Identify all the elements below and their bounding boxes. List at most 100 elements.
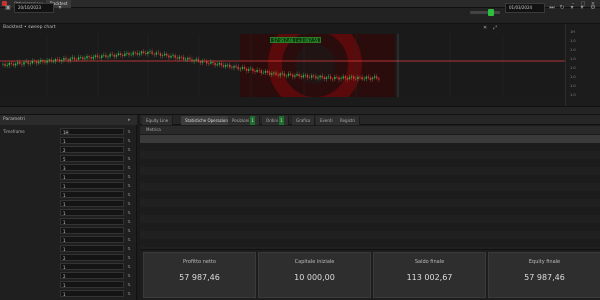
candle-body <box>311 75 313 78</box>
table-row[interactable] <box>140 239 600 247</box>
candle-body <box>361 77 363 80</box>
parameter-input[interactable]: 2 <box>60 254 124 261</box>
candle-body <box>67 59 69 61</box>
spinner-icon[interactable]: ⇅ <box>126 227 132 234</box>
candle-body <box>2 63 4 65</box>
speed-slider[interactable] <box>470 9 500 16</box>
spinner-icon[interactable]: ⇅ <box>126 128 132 135</box>
candle-body <box>195 59 197 61</box>
table-row[interactable] <box>140 159 600 167</box>
spinner-icon[interactable]: ⇅ <box>126 290 132 297</box>
spinner-icon[interactable]: ⇅ <box>126 146 132 153</box>
table-row[interactable] <box>140 183 600 191</box>
refresh-icon[interactable]: ↻ <box>558 4 566 12</box>
table-row[interactable] <box>140 207 600 215</box>
parameter-input[interactable]: 1H <box>60 128 124 135</box>
results-tab[interactable]: Posizioni 1 <box>228 116 260 125</box>
calendar-icon[interactable]: ▣ <box>4 4 12 12</box>
spinner-icon[interactable]: ⇅ <box>126 173 132 180</box>
chart-expand-icon[interactable]: ⤢ <box>493 25 497 31</box>
table-row[interactable] <box>140 151 600 159</box>
candle-body <box>203 60 206 62</box>
table-row[interactable] <box>140 223 600 231</box>
spinner-icon[interactable]: ⇅ <box>126 155 132 162</box>
table-row[interactable] <box>140 215 600 223</box>
parameter-input[interactable]: 2 <box>60 146 124 153</box>
candle-body <box>334 76 336 79</box>
spinner-icon[interactable]: ⇅ <box>126 218 132 225</box>
spinner-icon[interactable]: ⇅ <box>126 191 132 198</box>
parameter-input[interactable]: 2 <box>60 272 124 279</box>
parameter-input[interactable]: 1 <box>60 245 124 252</box>
spinner-icon[interactable]: ⇅ <box>126 200 132 207</box>
parameter-input[interactable]: 1 <box>60 209 124 216</box>
parameter-input[interactable]: 1 <box>60 173 124 180</box>
tab-label: Eventi <box>320 118 333 123</box>
candle-body <box>300 76 302 78</box>
spinner-icon[interactable]: ⇅ <box>126 263 132 270</box>
settings-icon[interactable]: ⚙ <box>589 4 597 12</box>
step-forward-icon[interactable]: ⏭ <box>548 4 556 12</box>
chevron-down-icon[interactable]: ▾ <box>56 4 64 12</box>
spinner-icon[interactable]: ⇅ <box>126 254 132 261</box>
candle-body <box>42 60 44 62</box>
parameter-input[interactable]: 5 <box>60 155 124 162</box>
candle-body <box>40 60 42 62</box>
parameter-input[interactable]: 1 <box>60 227 124 234</box>
parameter-input[interactable]: 1 <box>60 137 124 144</box>
slider-thumb[interactable] <box>488 9 494 16</box>
table-row[interactable] <box>140 175 600 183</box>
spinner-icon[interactable]: ⇅ <box>126 236 132 243</box>
parameter-row: 1 ⇅ <box>3 245 133 253</box>
end-date-field[interactable]: 01/03/2024 <box>505 3 545 13</box>
spinner-icon[interactable]: ⇅ <box>126 137 132 144</box>
candle-body <box>145 52 147 54</box>
candle-body <box>216 64 218 66</box>
table-header: Metrica <box>140 126 600 134</box>
results-tab[interactable]: Equity Line <box>142 116 174 125</box>
spinner-icon[interactable]: ⇅ <box>126 281 132 288</box>
results-tab[interactable]: Eventi <box>316 116 338 125</box>
candle-body <box>317 77 319 79</box>
parameter-input[interactable]: 1 <box>60 290 124 297</box>
table-row[interactable] <box>140 231 600 239</box>
parameter-input[interactable]: 1 <box>60 200 124 207</box>
side-label: 1.0 <box>570 57 576 61</box>
start-date-field[interactable]: 20/10/2023 <box>14 3 54 13</box>
spinner-icon[interactable]: ⇅ <box>126 245 132 252</box>
spinner-icon[interactable]: ⇅ <box>126 272 132 279</box>
candle-body <box>71 57 73 59</box>
chevron-down-icon[interactable]: ▾ <box>568 4 576 12</box>
parameter-input[interactable]: 1 <box>60 191 124 198</box>
table-row[interactable] <box>140 199 600 207</box>
candle-body <box>206 60 208 64</box>
candle-body <box>180 56 183 58</box>
spinner-icon[interactable]: ⇅ <box>126 209 132 216</box>
candle-body <box>119 53 122 56</box>
chevron-down-icon-2[interactable]: ▾ <box>578 4 586 12</box>
results-tab[interactable]: Registri <box>336 116 361 125</box>
parameter-input[interactable]: 1 <box>60 236 124 243</box>
table-row[interactable] <box>140 191 600 199</box>
candle-body <box>319 75 321 78</box>
results-tab[interactable]: Ordini 1 <box>262 116 289 125</box>
results-tab[interactable]: Grafico <box>292 116 316 125</box>
table-row[interactable] <box>140 143 600 151</box>
table-row[interactable] <box>140 167 600 175</box>
parameter-input[interactable]: 3 <box>60 164 124 171</box>
candle-body <box>275 72 277 75</box>
results-tab[interactable]: Statistiche Operazioni <box>181 116 235 125</box>
candle-body <box>185 59 187 61</box>
spinner-icon[interactable]: ⇅ <box>126 164 132 171</box>
parameter-input[interactable]: 1 <box>60 281 124 288</box>
chart-close-icon[interactable]: ✕ <box>483 25 487 31</box>
parameter-input[interactable]: 1 <box>60 218 124 225</box>
table-row[interactable] <box>140 135 600 143</box>
parameter-input[interactable]: 1 <box>60 182 124 189</box>
collapse-icon[interactable]: ▸ <box>128 117 131 123</box>
parameter-input[interactable]: 1 <box>60 263 124 270</box>
spinner-icon[interactable]: ⇅ <box>126 182 132 189</box>
candle-body <box>336 76 338 78</box>
tab-count-badge: 1 <box>250 116 255 125</box>
panel-splitter[interactable] <box>0 106 600 115</box>
